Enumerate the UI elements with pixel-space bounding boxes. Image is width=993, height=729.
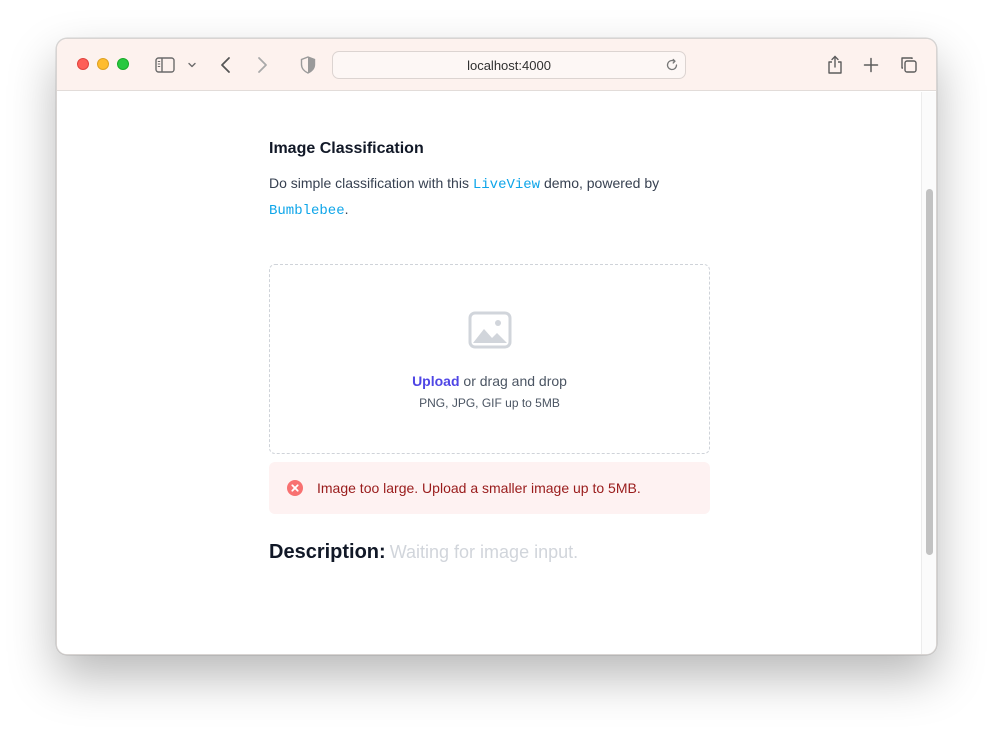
close-window-button[interactable] [77, 58, 89, 70]
share-icon[interactable] [825, 52, 845, 78]
back-icon[interactable] [217, 52, 235, 78]
intro-suffix: . [344, 201, 349, 217]
new-tab-icon[interactable] [861, 52, 881, 78]
page-content: Image Classification Do simple classific… [57, 92, 923, 654]
forward-icon[interactable] [253, 52, 271, 78]
chevron-down-icon[interactable] [185, 52, 199, 78]
upload-link[interactable]: Upload [412, 373, 459, 389]
address-url: localhost:4000 [467, 57, 551, 73]
reload-icon[interactable] [665, 58, 679, 77]
error-alert: Image too large. Upload a smaller image … [269, 462, 710, 514]
intro-prefix: Do simple classification with this [269, 175, 473, 191]
page-intro: Do simple classification with this LiveV… [269, 171, 709, 223]
vertical-scrollbar[interactable] [921, 92, 936, 654]
intro-middle: demo, powered by [540, 175, 660, 191]
description-value: Waiting for image input. [389, 542, 579, 562]
file-type-hint: PNG, JPG, GIF up to 5MB [419, 396, 560, 410]
upload-instructions: Upload or drag and drop [270, 373, 709, 389]
photo-icon [468, 311, 512, 354]
image-dropzone[interactable]: Upload or drag and drop PNG, JPG, GIF up… [269, 264, 710, 454]
description-row: Description: Waiting for image input. [269, 541, 578, 564]
liveview-link[interactable]: LiveView [473, 177, 540, 193]
page-title: Image Classification [269, 140, 424, 157]
zoom-window-button[interactable] [117, 58, 129, 70]
shield-icon[interactable] [299, 52, 317, 78]
minimize-window-button[interactable] [97, 58, 109, 70]
error-message: Image too large. Upload a smaller image … [317, 480, 641, 496]
address-bar[interactable]: localhost:4000 [332, 51, 686, 79]
tab-overview-icon[interactable] [899, 52, 919, 78]
browser-toolbar: localhost:4000 [57, 39, 936, 91]
description-label: Description: [269, 541, 386, 563]
scrollbar-thumb[interactable] [926, 189, 933, 555]
upload-rest: or drag and drop [459, 373, 567, 389]
bumblebee-link[interactable]: Bumblebee [269, 203, 345, 219]
sidebar-toggle-icon[interactable] [153, 52, 177, 78]
error-icon [287, 480, 303, 501]
browser-window: localhost:4000 Image Classification Do s… [56, 38, 937, 655]
